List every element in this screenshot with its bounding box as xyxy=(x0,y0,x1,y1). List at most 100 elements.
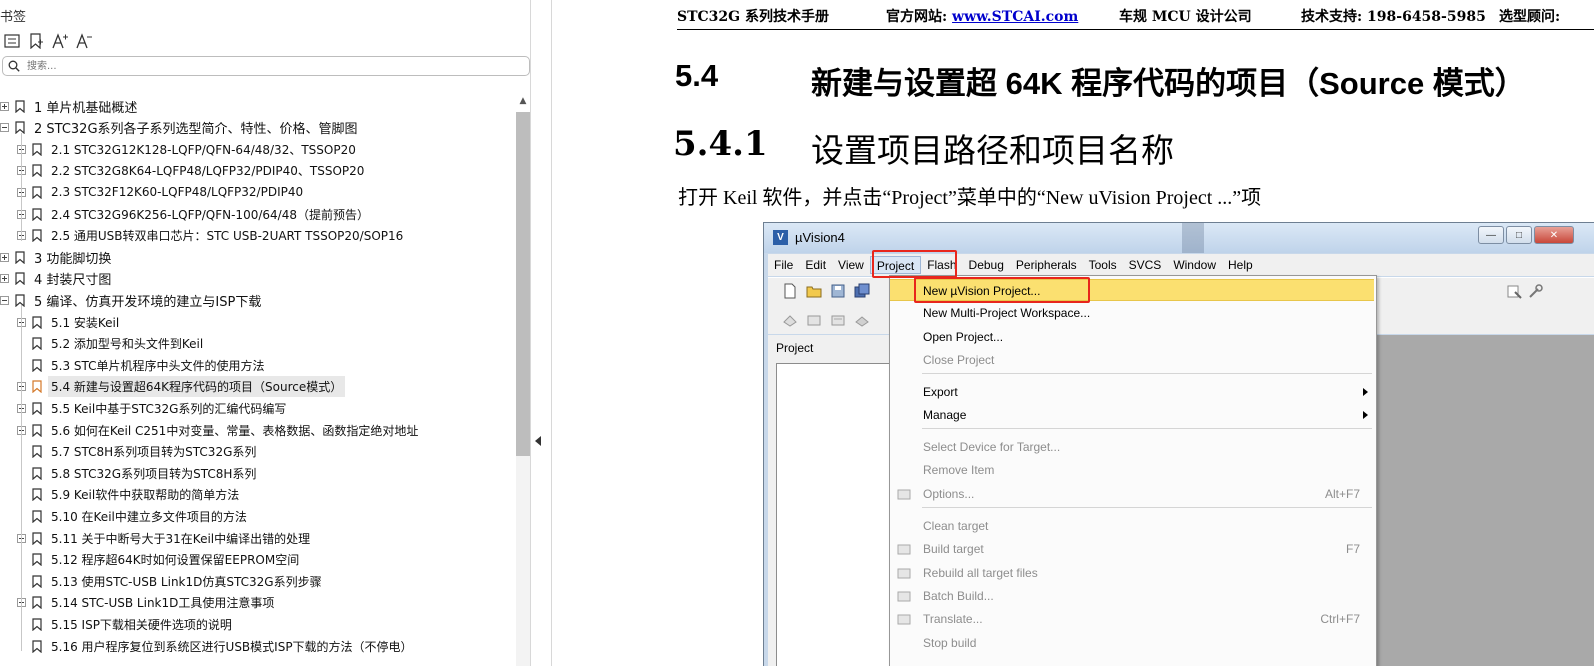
configure-icon[interactable] xyxy=(1528,283,1544,299)
bookmark-label: 2.5 通用USB转双串口芯片：STC USB-2UART TSSOP20/SO… xyxy=(51,229,404,244)
scrollbar-thumb[interactable] xyxy=(516,112,530,456)
menu-debug[interactable]: Debug xyxy=(963,256,1010,274)
translate-icon[interactable] xyxy=(782,312,798,328)
bookmark-item[interactable]: 5.8 STC32G系列项目转为STC8H系列 xyxy=(17,462,259,484)
menu-view[interactable]: View xyxy=(832,256,870,274)
save-all-icon[interactable] xyxy=(854,283,870,299)
menu-item-label: Batch Build... xyxy=(923,589,994,603)
uvision-title: µVision4 xyxy=(795,230,845,245)
new-file-icon[interactable] xyxy=(782,283,798,299)
header-support: 技术支持: 198-6458-5985 xyxy=(1301,9,1486,25)
batch-build-icon[interactable] xyxy=(854,312,870,328)
expand-icon[interactable] xyxy=(0,101,9,111)
menu-item-rebuild-all-target-files[interactable]: Rebuild all target files xyxy=(890,562,1374,584)
menu-separator xyxy=(922,507,1372,508)
bookmark-item[interactable]: 2.2 STC32G8K64-LQFP48/LQFP32/PDIP40、TSSO… xyxy=(17,160,367,182)
bookmark-item[interactable]: 5 编译、仿真开发环境的建立与ISP下载 xyxy=(0,289,264,311)
maximize-icon[interactable]: □ xyxy=(1506,226,1532,244)
menu-item-export[interactable]: Export xyxy=(890,381,1374,403)
bookmark-item[interactable]: 5.3 STC单片机程序中头文件的使用方法 xyxy=(17,354,268,376)
menu-edit[interactable]: Edit xyxy=(799,256,832,274)
bookmark-item[interactable]: 2.1 STC32G12K128-LQFP/QFN-64/48/32、TSSOP… xyxy=(17,138,359,160)
bookmark-item[interactable]: 5.10 在Keil中建立多文件项目的方法 xyxy=(17,505,250,527)
menu-item-translate[interactable]: Translate... Ctrl+F7 xyxy=(890,608,1374,630)
bookmark-item[interactable]: 5.6 如何在Keil C251中对变量、常量、表格数据、函数指定绝对地址 xyxy=(17,419,421,441)
bookmark-item[interactable]: 2.5 通用USB转双串口芯片：STC USB-2UART TSSOP20/SO… xyxy=(17,225,406,247)
menu-svcs[interactable]: SVCS xyxy=(1123,256,1168,274)
menu-file[interactable]: File xyxy=(768,256,799,274)
bookmark-item[interactable]: 5.2 添加型号和头文件到Keil xyxy=(17,333,206,355)
bookmarks-panel: 书签 1 单片机基础概述 2 STC32G系列各子系列选型简介、特性、价格、管脚图… xyxy=(0,0,530,666)
bookmark-icon xyxy=(32,359,42,372)
bookmark-item[interactable]: 3 功能脚切换 xyxy=(0,246,114,268)
bookmark-icon xyxy=(32,510,42,523)
bookmark-icon xyxy=(32,337,42,351)
menu-item-label: Open Project... xyxy=(923,330,1004,344)
expand-icon[interactable] xyxy=(0,252,9,262)
project-tree-pane[interactable] xyxy=(776,363,890,666)
menu-item-remove-item[interactable]: Remove Item xyxy=(890,459,1374,481)
panel-splitter[interactable] xyxy=(530,0,552,666)
collapse-icon[interactable] xyxy=(0,123,9,133)
menu-item-open-project[interactable]: Open Project... xyxy=(890,326,1374,348)
scroll-up-arrow-icon[interactable]: ▲ xyxy=(517,96,529,108)
save-icon[interactable] xyxy=(830,283,846,299)
search-input[interactable] xyxy=(27,58,517,74)
bookmark-item[interactable]: 5.13 使用STC-USB Link1D仿真STC32G系列步骤 xyxy=(17,570,325,592)
bookmark-item[interactable]: 5.4 新建与设置超64K程序代码的项目（Source模式） xyxy=(17,376,346,398)
build-icon[interactable] xyxy=(806,312,822,328)
bookmark-item[interactable]: 2.3 STC32F12K60-LQFP48/LQFP32/PDIP40 xyxy=(17,181,306,203)
menu-peripherals[interactable]: Peripherals xyxy=(1010,256,1083,274)
bookmark-item[interactable]: 5.12 程序超64K时如何设置保留EEPROM空间 xyxy=(17,549,302,571)
bookmark-label: 5.12 程序超64K时如何设置保留EEPROM空间 xyxy=(51,553,300,568)
bookmark-item[interactable]: 2.4 STC32G96K256-LQFP/QFN-100/64/48（提前预告… xyxy=(17,203,372,225)
menu-item-batch-build[interactable]: Batch Build... xyxy=(890,585,1374,607)
outline-view-icon[interactable] xyxy=(2,31,22,51)
bookmark-item[interactable]: 1 单片机基础概述 xyxy=(0,95,140,117)
minimize-icon[interactable]: — xyxy=(1478,226,1504,244)
menu-tools[interactable]: Tools xyxy=(1083,256,1123,274)
menu-item-label: Stop build xyxy=(923,636,977,650)
bookmark-item[interactable]: 5.14 STC-USB Link1D工具使用注意事项 xyxy=(17,592,277,614)
bookmark-item[interactable]: 2 STC32G系列各子系列选型简介、特性、价格、管脚图 xyxy=(0,117,361,139)
bookmark-item[interactable]: 5.11 关于中断号大于31在Keil中编译出错的处理 xyxy=(17,527,313,549)
increase-font-icon[interactable] xyxy=(50,31,70,51)
bookmark-search[interactable] xyxy=(2,56,530,76)
menu-item-new-multi-project-workspace[interactable]: New Multi-Project Workspace... xyxy=(890,302,1374,324)
close-icon[interactable]: ✕ xyxy=(1534,226,1574,244)
add-bookmark-icon[interactable] xyxy=(26,31,46,51)
submenu-arrow-icon xyxy=(1363,411,1368,419)
collapse-panel-arrow-icon[interactable] xyxy=(535,436,541,446)
menu-item-label: Export xyxy=(923,385,958,399)
menu-item-options[interactable]: Options... Alt+F7 xyxy=(890,483,1374,505)
bookmark-item[interactable]: 5.1 安装Keil xyxy=(17,311,122,333)
header-website-link[interactable]: www.STCAI.com xyxy=(952,9,1078,25)
menu-item-manage[interactable]: Manage xyxy=(890,404,1374,426)
decrease-font-icon[interactable] xyxy=(74,31,94,51)
bookmark-item[interactable]: 5.16 用户程序复位到系统区进行USB模式ISP下载的方法（不停电） xyxy=(17,635,416,657)
rebuild-icon[interactable] xyxy=(830,312,846,328)
menu-window[interactable]: Window xyxy=(1167,256,1222,274)
new-project-highlight-box xyxy=(914,277,1090,303)
bookmark-item[interactable]: 5.5 Keil中基于STC32G系列的汇编代码编写 xyxy=(17,397,289,419)
menu-item-close-project[interactable]: Close Project xyxy=(890,349,1374,371)
menu-help[interactable]: Help xyxy=(1222,256,1259,274)
bookmark-item[interactable]: 5.9 Keil软件中获取帮助的简单方法 xyxy=(17,484,242,506)
menu-item-clean-target[interactable]: Clean target xyxy=(890,515,1374,537)
uvision-titlebar: V µVision4 — □ ✕ xyxy=(764,223,1594,253)
menu-item-stop-build[interactable]: Stop build xyxy=(890,632,1374,654)
target-options-icon[interactable] xyxy=(1506,283,1522,299)
menu-item-build-target[interactable]: Build target F7 xyxy=(890,538,1374,560)
submenu-arrow-icon xyxy=(1363,388,1368,396)
tree-line xyxy=(21,132,22,241)
bookmark-item[interactable]: 5.7 STC8H系列项目转为STC32G系列 xyxy=(17,441,259,463)
menu-item-label: Options... xyxy=(923,487,975,501)
bookmark-item[interactable]: 4 封装尺寸图 xyxy=(0,268,114,290)
expand-icon[interactable] xyxy=(0,274,9,284)
collapse-icon[interactable] xyxy=(0,295,9,305)
open-folder-icon[interactable] xyxy=(806,283,822,299)
bookmark-label: 5.1 安装Keil xyxy=(51,315,120,330)
bookmark-label: 2 STC32G系列各子系列选型简介、特性、价格、管脚图 xyxy=(34,122,358,138)
bookmark-item[interactable]: 5.15 ISP下载相关硬件选项的说明 xyxy=(17,613,235,635)
menu-item-select-device-for-target[interactable]: Select Device for Target... xyxy=(890,436,1374,458)
